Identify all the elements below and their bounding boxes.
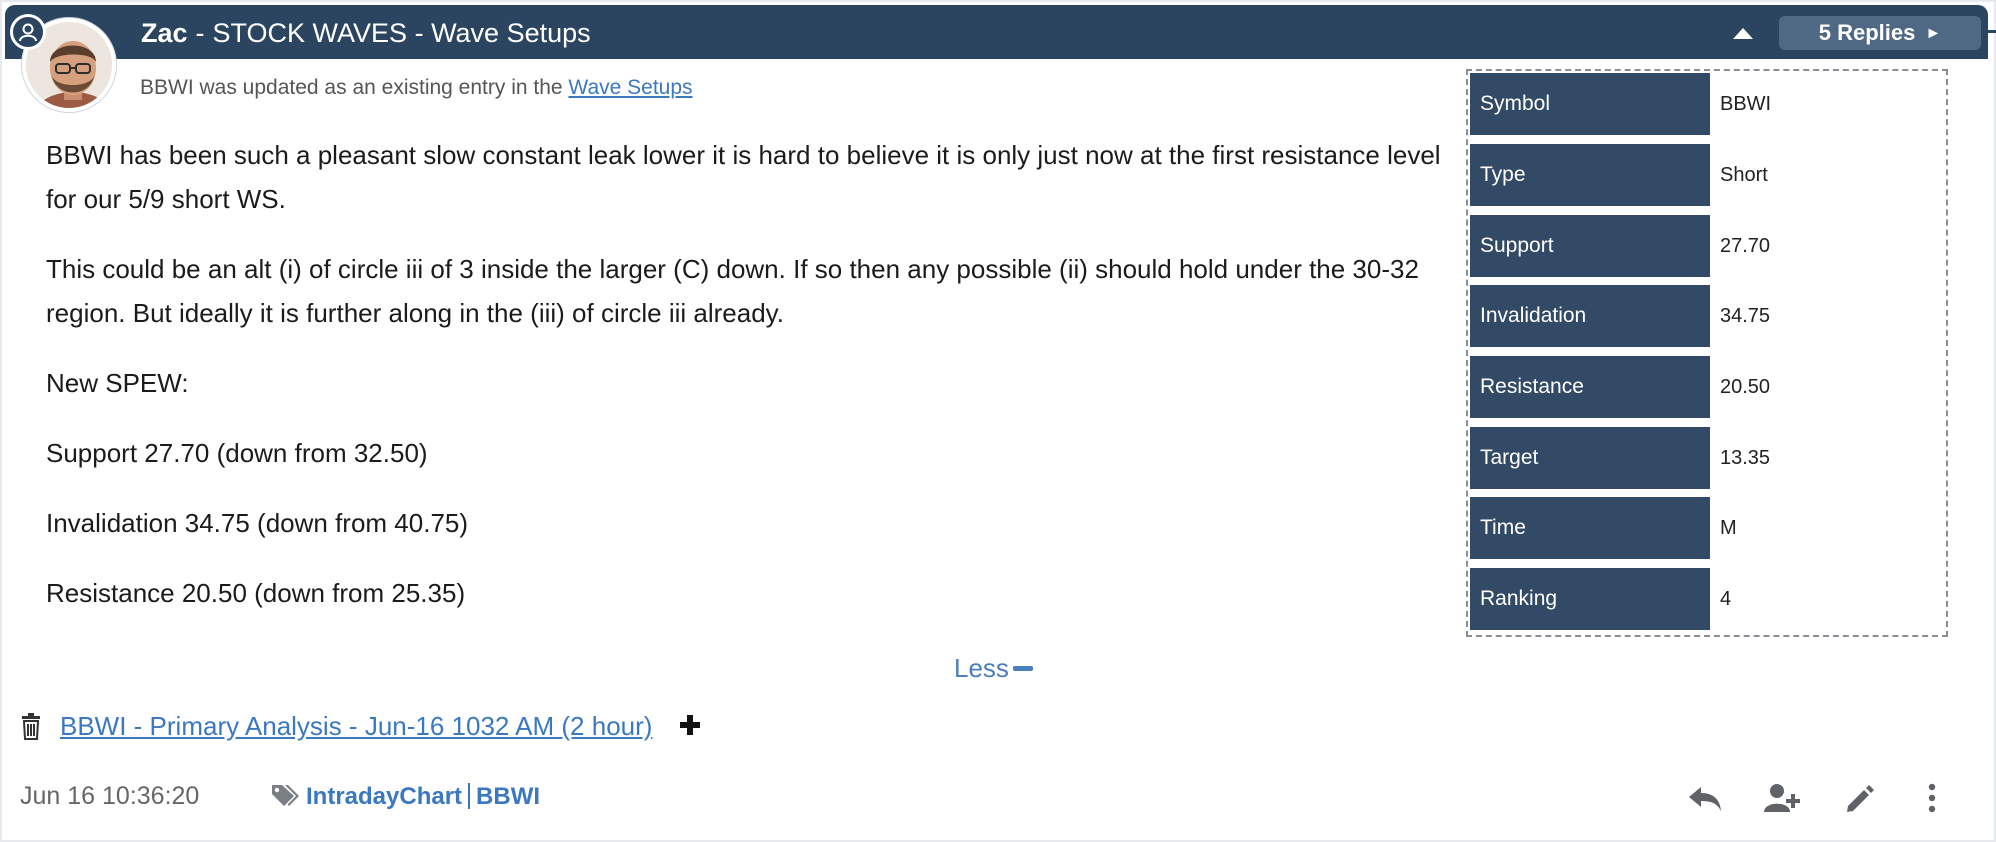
- table-row: Time M: [1470, 497, 1946, 559]
- trash-icon[interactable]: [18, 713, 44, 741]
- author-name[interactable]: Zac: [141, 18, 188, 48]
- table-row: Type Short: [1470, 144, 1946, 206]
- post-paragraph: New SPEW:: [46, 368, 189, 398]
- post-card: Zac - STOCK WAVES - Wave Setups 5 Replies ►: [0, 0, 1996, 842]
- table-row: Resistance 20.50: [1470, 356, 1946, 418]
- table-row: Invalidation 34.75: [1470, 285, 1946, 347]
- row-value: 34.75: [1720, 305, 1771, 327]
- more-vertical-icon: [1928, 783, 1936, 813]
- chevron-right-icon: ►: [1925, 25, 1942, 42]
- user-plus-icon: [1764, 784, 1800, 812]
- row-label: Time: [1470, 497, 1710, 559]
- post-paragraph: Resistance 20.50 (down from 25.35): [46, 578, 466, 608]
- tag-intradaychart[interactable]: IntradayChart: [306, 783, 462, 810]
- edit-button[interactable]: [1840, 778, 1880, 818]
- row-value: 20.50: [1720, 376, 1771, 398]
- post-paragraph: Invalidation 34.75 (down from 40.75): [46, 508, 469, 538]
- update-notice: BBWI was updated as an existing entry in…: [140, 76, 693, 100]
- follow-user-button[interactable]: [1762, 778, 1802, 818]
- table-row: Support 27.70: [1470, 215, 1946, 277]
- wave-setup-table: Symbol BBWI Type Short Support 27.70 Inv…: [1466, 69, 1948, 637]
- caret-up-icon: [1733, 28, 1753, 39]
- post-header: Zac - STOCK WAVES - Wave Setups 5 Replies ►: [5, 5, 1988, 59]
- update-notice-text: BBWI was updated as an existing entry in…: [140, 76, 563, 99]
- post-timestamp: Jun 16 10:36:20: [20, 782, 200, 810]
- pencil-icon: [1847, 785, 1874, 812]
- row-value: M: [1720, 517, 1737, 539]
- post-paragraph: BBWI has been such a pleasant slow const…: [46, 140, 1441, 214]
- row-label: Target: [1470, 427, 1710, 489]
- tags-icon: [270, 782, 300, 815]
- row-value: BBWI: [1720, 93, 1772, 115]
- wave-setups-link[interactable]: Wave Setups: [568, 76, 692, 99]
- tag-list: IntradayChart BBWI: [270, 782, 540, 815]
- post-paragraph: This could be an alt (i) of circle iii o…: [46, 254, 1419, 328]
- less-label: Less: [954, 653, 1009, 683]
- row-value: 4: [1720, 588, 1732, 610]
- post-body: BBWI has been such a pleasant slow const…: [46, 133, 1446, 641]
- more-options-button[interactable]: [1912, 778, 1952, 818]
- row-label: Ranking: [1470, 568, 1710, 630]
- tag-bbwi[interactable]: BBWI: [476, 783, 540, 810]
- table-row: Ranking 4: [1470, 568, 1946, 630]
- table-row: Target 13.35: [1470, 427, 1946, 489]
- plus-icon[interactable]: [678, 713, 702, 737]
- header-edge-marker: [1988, 30, 1996, 33]
- collapse-button[interactable]: [1728, 19, 1758, 45]
- row-value: Short: [1720, 164, 1768, 186]
- chart-attachment-link[interactable]: BBWI - Primary Analysis - Jun-16 1032 AM…: [60, 711, 652, 742]
- row-label: Support: [1470, 215, 1710, 277]
- room-title[interactable]: STOCK WAVES - Wave Setups: [213, 18, 591, 48]
- row-label: Symbol: [1470, 73, 1710, 135]
- less-toggle[interactable]: Less: [954, 653, 1033, 684]
- row-value: 13.35: [1720, 447, 1771, 469]
- post-paragraph: Support 27.70 (down from 32.50): [46, 438, 428, 468]
- post-title: Zac - STOCK WAVES - Wave Setups: [141, 18, 591, 49]
- replies-label: 5 Replies: [1818, 20, 1916, 45]
- post-footer: Jun 16 10:36:20 IntradayChart BBWI: [20, 778, 1980, 822]
- reply-button[interactable]: [1685, 778, 1725, 818]
- user-badge-icon: [10, 14, 46, 50]
- replies-button[interactable]: 5 Replies ►: [1779, 16, 1981, 50]
- row-value: 27.70: [1720, 235, 1771, 257]
- row-label: Resistance: [1470, 356, 1710, 418]
- minus-icon: [1012, 666, 1033, 671]
- title-separator: -: [195, 18, 205, 48]
- reply-icon: [1689, 787, 1721, 811]
- row-label: Invalidation: [1470, 285, 1710, 347]
- tag-divider: [468, 783, 471, 809]
- table-row: Symbol BBWI: [1470, 73, 1946, 135]
- row-label: Type: [1470, 144, 1710, 206]
